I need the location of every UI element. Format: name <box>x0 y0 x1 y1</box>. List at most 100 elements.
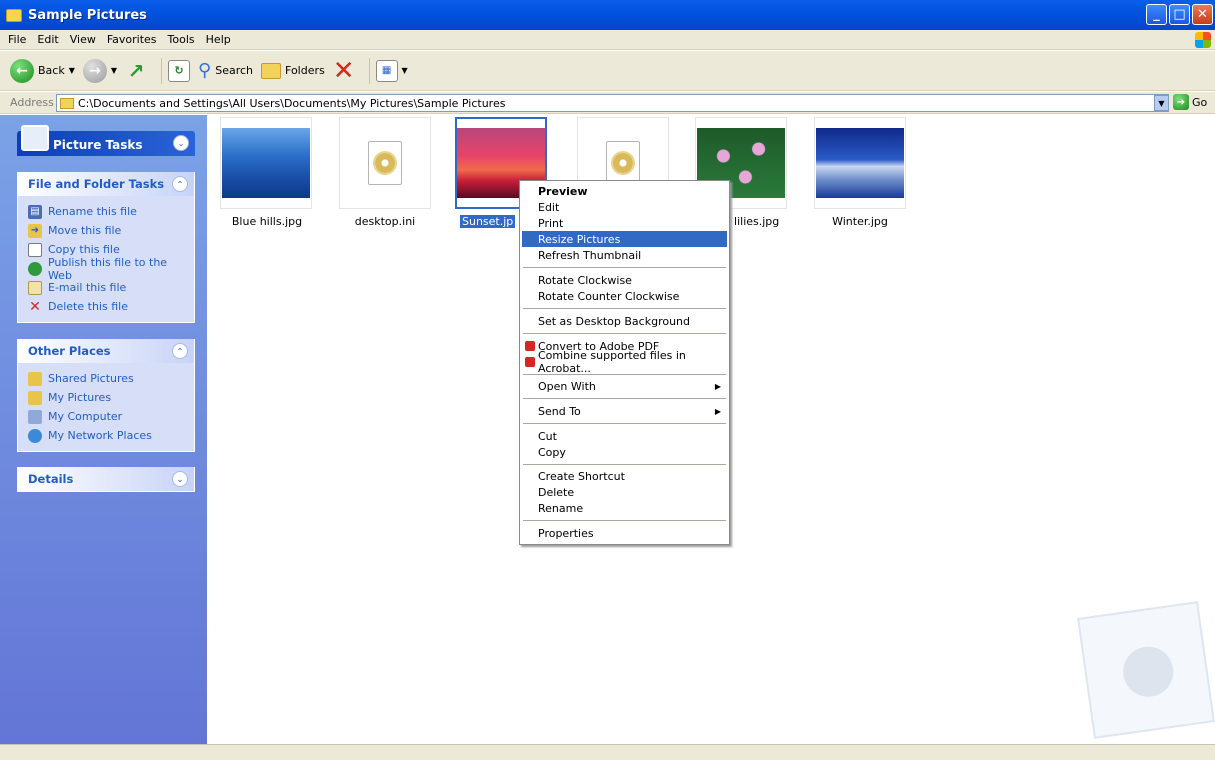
expand-chevron-icon[interactable]: ⌄ <box>173 135 189 151</box>
status-bar <box>0 744 1215 760</box>
expand-chevron-icon[interactable]: ⌄ <box>172 471 188 487</box>
file-thumbnail[interactable] <box>814 117 906 209</box>
task-publish-web[interactable]: Publish this file to the Web <box>28 256 194 282</box>
folder-up-icon: ↗ <box>127 58 145 83</box>
acrobat-icon <box>525 357 535 367</box>
other-places-header[interactable]: Other Places ⌃ <box>18 339 194 363</box>
menu-edit[interactable]: Edit <box>37 33 58 46</box>
file-caption[interactable]: r lilies.jpg <box>726 215 786 228</box>
pictures-folder-icon <box>28 390 42 405</box>
chevron-down-icon: ▼ <box>401 66 408 75</box>
delete-button[interactable]: ✕ <box>333 58 355 84</box>
file-caption-selected[interactable]: Sunset.jp <box>460 215 520 228</box>
menu-item-copy[interactable]: Copy <box>522 444 727 460</box>
close-button[interactable]: ✕ <box>1192 4 1213 25</box>
menu-separator <box>523 520 726 521</box>
menu-item-properties[interactable]: Properties <box>522 525 727 541</box>
collapse-chevron-icon[interactable]: ⌃ <box>172 176 188 192</box>
folders-label: Folders <box>285 64 325 77</box>
menu-item-send-to[interactable]: Send To ▶ <box>522 403 727 419</box>
menu-view[interactable]: View <box>70 33 96 46</box>
file-caption[interactable]: desktop.ini <box>325 215 445 228</box>
picture-tasks-header[interactable]: Picture Tasks ⌄ <box>17 125 195 156</box>
collapse-chevron-icon[interactable]: ⌃ <box>172 343 188 359</box>
menu-bar: File Edit View Favorites Tools Help <box>0 30 1215 50</box>
task-pane: Picture Tasks ⌄ File and Folder Tasks ⌃ … <box>0 115 207 744</box>
forward-button[interactable]: → ▼ <box>82 58 117 83</box>
place-my-network[interactable]: My Network Places <box>28 426 194 445</box>
menu-item-resize-pictures[interactable]: Resize Pictures <box>522 231 727 247</box>
refresh-button[interactable]: ↻ <box>168 59 191 82</box>
menu-help[interactable]: Help <box>206 33 231 46</box>
picture-watermark-icon <box>1077 601 1215 739</box>
back-button[interactable]: ← Back ▼ <box>10 58 75 83</box>
menu-item-print[interactable]: Print <box>522 215 727 231</box>
menu-item-delete[interactable]: Delete <box>522 484 727 500</box>
forward-arrow-icon: → <box>82 58 107 83</box>
back-arrow-icon: ← <box>10 58 34 83</box>
blue-hills-image <box>222 128 310 198</box>
menu-file[interactable]: File <box>8 33 26 46</box>
computer-icon <box>28 409 42 424</box>
task-delete-file[interactable]: ✕ Delete this file <box>28 297 194 316</box>
file-thumbnail[interactable] <box>220 117 312 209</box>
menu-item-preview[interactable]: Preview <box>522 183 727 199</box>
menu-item-set-desktop-background[interactable]: Set as Desktop Background <box>522 313 727 329</box>
toolbar-divider <box>161 57 163 84</box>
ini-file-icon <box>606 141 640 185</box>
address-dropdown-button[interactable]: ▼ <box>1154 95 1169 111</box>
file-folder-tasks-header[interactable]: File and Folder Tasks ⌃ <box>18 172 194 196</box>
details-panel: Details ⌄ <box>17 467 195 492</box>
search-label: Search <box>215 64 254 77</box>
menu-item-rotate-counter-clockwise[interactable]: Rotate Counter Clockwise <box>522 288 727 304</box>
pdf-icon <box>525 341 535 351</box>
task-move-file[interactable]: ➜ Move this file <box>28 221 194 240</box>
rename-icon: ▤ <box>28 204 42 219</box>
views-button[interactable]: ▦ ▼ <box>375 59 408 82</box>
menu-item-edit[interactable]: Edit <box>522 199 727 215</box>
place-my-computer[interactable]: My Computer <box>28 407 194 426</box>
menu-tools[interactable]: Tools <box>168 33 195 46</box>
menu-item-rotate-clockwise[interactable]: Rotate Clockwise <box>522 272 727 288</box>
details-header[interactable]: Details ⌄ <box>18 467 194 491</box>
folders-icon <box>261 62 282 79</box>
menu-separator <box>523 333 726 334</box>
details-title: Details <box>28 472 74 486</box>
go-label: Go <box>1192 95 1208 109</box>
menu-item-refresh-thumbnail[interactable]: Refresh Thumbnail <box>522 247 727 263</box>
address-path: C:\Documents and Settings\All Users\Docu… <box>78 96 506 110</box>
title-bar[interactable]: Sample Pictures _ □ ✕ <box>0 0 1215 30</box>
task-rename-file[interactable]: ▤ Rename this file <box>28 202 194 221</box>
go-arrow-icon: ➔ <box>1173 94 1189 110</box>
menu-separator <box>523 374 726 375</box>
place-shared-pictures[interactable]: Shared Pictures <box>28 369 194 388</box>
menu-item-rename[interactable]: Rename <box>522 500 727 516</box>
chevron-down-icon: ▼ <box>68 66 75 75</box>
shared-folder-icon <box>28 371 42 386</box>
context-menu: Preview Edit Print Resize Pictures Refre… <box>519 180 730 545</box>
menu-favorites[interactable]: Favorites <box>107 33 157 46</box>
gear-icon <box>375 153 395 173</box>
file-caption[interactable]: Winter.jpg <box>800 215 920 228</box>
up-button[interactable]: ↗ <box>125 58 147 83</box>
email-icon <box>28 280 42 295</box>
maximize-button[interactable]: □ <box>1169 4 1190 25</box>
menu-item-create-shortcut[interactable]: Create Shortcut <box>522 468 727 484</box>
menu-item-combine-acrobat[interactable]: Combine supported files in Acrobat... <box>522 349 727 375</box>
other-places-panel: Other Places ⌃ Shared Pictures My Pictur… <box>17 339 195 452</box>
file-thumbnail[interactable] <box>339 117 431 209</box>
folders-button[interactable]: Folders <box>261 62 325 79</box>
menu-separator <box>523 423 726 424</box>
search-button[interactable]: ⚲ Search <box>198 60 253 81</box>
menu-item-open-with[interactable]: Open With ▶ <box>522 378 727 394</box>
toolbar: ← Back ▼ → ▼ ↗ ↻ ⚲ Search Folders ✕ ▦ ▼ <box>0 51 1215 91</box>
folder-icon <box>6 8 22 22</box>
address-input[interactable]: C:\Documents and Settings\All Users\Docu… <box>56 94 1169 112</box>
minimize-button[interactable]: _ <box>1146 4 1167 25</box>
place-my-pictures[interactable]: My Pictures <box>28 388 194 407</box>
go-button[interactable]: ➔ Go <box>1173 94 1207 110</box>
menu-item-cut[interactable]: Cut <box>522 428 727 444</box>
views-grid-icon: ▦ <box>375 59 398 82</box>
windows-logo-icon <box>1195 32 1211 48</box>
file-caption[interactable]: Blue hills.jpg <box>207 215 327 228</box>
